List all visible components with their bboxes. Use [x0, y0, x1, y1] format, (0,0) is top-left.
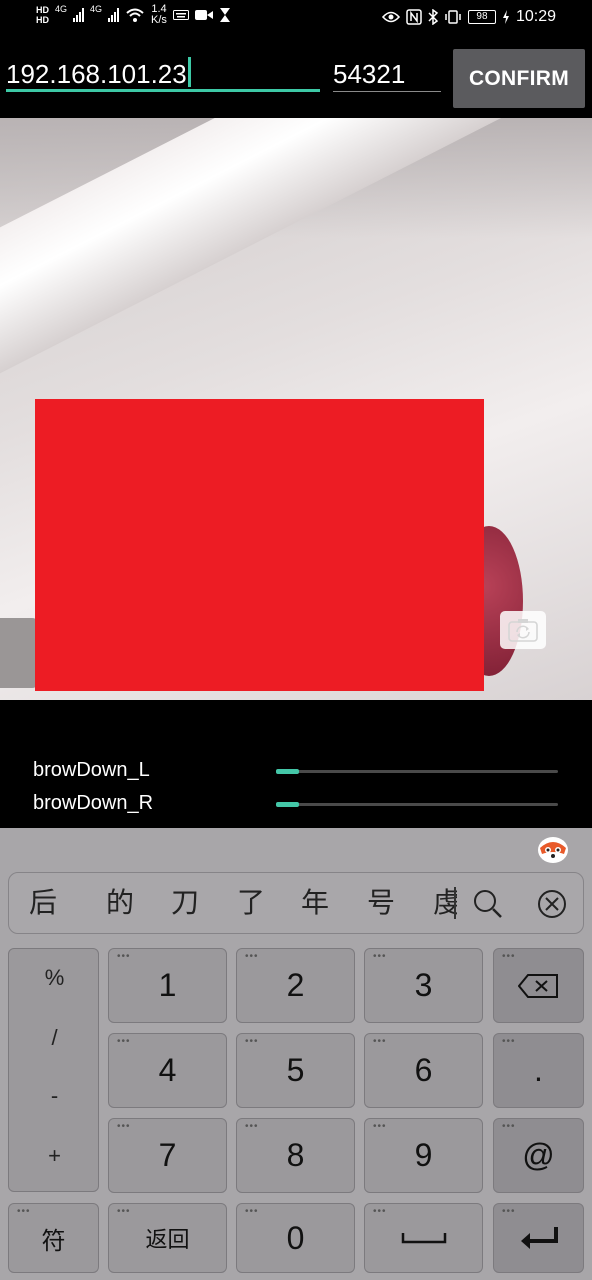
signal-icon [108, 8, 120, 22]
key-4-label: 4 [158, 1052, 177, 1088]
hd-indicator: HD HD [36, 5, 49, 25]
eye-icon [381, 11, 400, 23]
candidate-word[interactable]: 后 [29, 887, 57, 919]
key-8[interactable]: ••• 8 [236, 1118, 355, 1193]
ip-address-value: 192.168.101.23 [6, 59, 187, 89]
video-camera-icon [194, 10, 213, 20]
dot-key[interactable]: •••. [493, 1033, 584, 1108]
net-type-2: 4G [90, 4, 103, 14]
port-input[interactable]: 54321 [333, 56, 441, 92]
candidate-bar: 后 的 刀 了 年 号 虔 [8, 872, 584, 934]
key-6[interactable]: ••• 6 [364, 1033, 483, 1108]
dot-key-label: . [534, 1052, 543, 1088]
key-4[interactable]: ••• 4 [108, 1033, 227, 1108]
blendshape-row: browDown_L [0, 756, 592, 786]
candidate-word[interactable]: 刀 [171, 887, 199, 919]
charging-icon [502, 10, 509, 24]
blendshape-slider[interactable] [276, 802, 558, 807]
status-bar: HD HD 4G 4G 1.4 K/s 98 10:29 [0, 0, 592, 38]
confirm-button[interactable]: CONFIRM [453, 49, 585, 108]
clock: 10:29 [515, 8, 556, 25]
key-0[interactable]: ••• 0 [236, 1203, 355, 1273]
net-type-1: 4G [55, 4, 68, 14]
camera-preview [0, 118, 592, 700]
key-8-label: 8 [286, 1137, 305, 1173]
key-5-label: 5 [286, 1052, 305, 1088]
connection-bar: 192.168.101.23 54321 CONFIRM [0, 38, 592, 118]
keyboard-logo-icon[interactable] [537, 834, 569, 864]
symbol-key[interactable]: % [9, 965, 100, 991]
keyboard-icon [172, 10, 189, 20]
blendshape-label: browDown_L [33, 759, 150, 781]
close-icon[interactable] [536, 888, 568, 920]
space-key[interactable]: ••• [364, 1203, 483, 1273]
candidate-word[interactable]: 了 [237, 887, 265, 919]
key-3[interactable]: ••• 3 [364, 948, 483, 1023]
symbol-column[interactable]: % / - + [8, 948, 99, 1192]
enter-key[interactable]: ••• [493, 1203, 584, 1273]
key-1[interactable]: ••• 1 [108, 948, 227, 1023]
symbols-key[interactable]: ••• 符 [8, 1203, 99, 1273]
key-0-label: 0 [286, 1219, 305, 1256]
key-7-label: 7 [158, 1137, 177, 1173]
enter-icon [520, 1227, 558, 1249]
at-key-label: @ [522, 1137, 555, 1173]
camera-switch-icon [508, 619, 538, 642]
blendshape-slider[interactable] [276, 769, 558, 774]
key-5[interactable]: ••• 5 [236, 1033, 355, 1108]
blendshape-slider-fill [276, 802, 299, 807]
battery-indicator: 98 [467, 10, 496, 24]
key-7[interactable]: ••• 7 [108, 1118, 227, 1193]
symbol-key[interactable]: - [9, 1083, 100, 1109]
hd-label-2: HD [36, 15, 49, 25]
key-9[interactable]: ••• 9 [364, 1118, 483, 1193]
text-cursor [187, 57, 191, 87]
symbols-key-label: 符 [41, 1227, 66, 1255]
blendshape-row: browDown_R [0, 789, 592, 819]
key-3-label: 3 [414, 967, 433, 1003]
symbol-key[interactable]: + [9, 1143, 100, 1169]
soft-keyboard: 后 的 刀 了 年 号 虔 % / - + ••• 1 ••• 2 ••• 3 •••… [0, 828, 592, 1280]
space-icon [401, 1233, 446, 1244]
status-right: 98 10:29 [381, 8, 556, 26]
signal-icon [73, 8, 85, 22]
network-speed-unit: K/s [151, 14, 167, 26]
switch-camera-button[interactable] [500, 611, 546, 649]
backspace-icon [517, 973, 558, 998]
key-2[interactable]: ••• 2 [236, 948, 355, 1023]
hourglass-icon [219, 8, 230, 22]
search-icon[interactable] [472, 888, 504, 920]
key-2-label: 2 [286, 967, 305, 1003]
backspace-key[interactable]: ••• [493, 948, 584, 1023]
nfc-icon [406, 9, 422, 25]
blendshape-label: browDown_R [33, 792, 154, 814]
candidate-word[interactable]: 的 [106, 887, 134, 919]
blendshape-slider-fill [276, 769, 299, 774]
ip-address-input[interactable]: 192.168.101.23 [6, 56, 320, 92]
hd-label-1: HD [36, 5, 49, 15]
candidate-divider [454, 887, 456, 919]
vibrate-icon [445, 10, 461, 24]
back-key[interactable]: ••• 返回 [108, 1203, 227, 1273]
camera-lamp [0, 618, 40, 688]
wifi-icon [126, 8, 144, 22]
blendshape-list: browDown_L browDown_R [0, 700, 592, 828]
face-redaction-box [35, 399, 484, 691]
back-key-label: 返回 [145, 1227, 190, 1252]
key-6-label: 6 [414, 1052, 433, 1088]
symbol-key[interactable]: / [9, 1025, 100, 1051]
bluetooth-icon [428, 9, 438, 25]
candidate-word[interactable]: 年 [301, 887, 329, 919]
candidate-word[interactable]: 号 [367, 887, 395, 919]
status-left: HD HD 4G 4G 1.4 K/s [36, 4, 231, 26]
port-value: 54321 [333, 59, 406, 89]
key-1-label: 1 [158, 967, 177, 1003]
network-speed: 1.4 K/s [151, 4, 167, 26]
at-key[interactable]: ••• @ [493, 1118, 584, 1193]
key-9-label: 9 [414, 1137, 433, 1173]
